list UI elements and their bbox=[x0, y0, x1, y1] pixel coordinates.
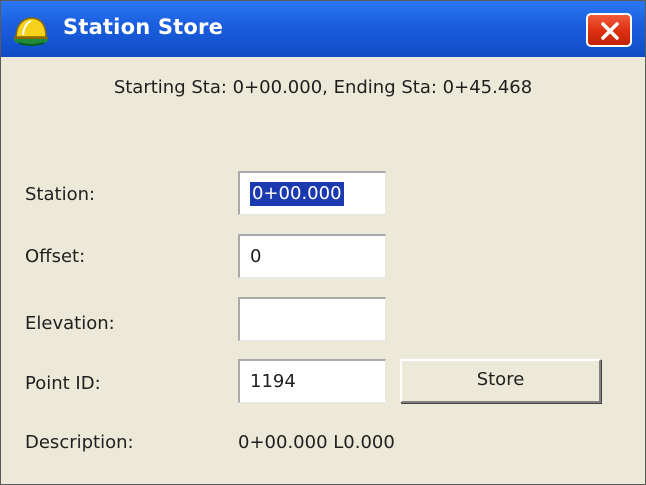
point-id-value: 1194 bbox=[250, 371, 296, 392]
elevation-label: Elevation: bbox=[25, 313, 115, 334]
hardhat-icon bbox=[14, 17, 48, 46]
station-label: Station: bbox=[25, 184, 96, 205]
description-value: 0+00.000 L0.000 bbox=[238, 432, 395, 453]
description-label: Description: bbox=[25, 432, 134, 453]
elevation-input[interactable] bbox=[238, 297, 386, 341]
offset-input[interactable]: 0 bbox=[238, 234, 386, 278]
point-id-label: Point ID: bbox=[25, 373, 101, 394]
close-icon bbox=[601, 22, 619, 40]
offset-label: Offset: bbox=[25, 246, 86, 267]
point-id-input[interactable]: 1194 bbox=[238, 359, 386, 403]
close-button[interactable] bbox=[586, 13, 632, 47]
station-store-dialog: Station Store Starting Sta: 0+00.000, En… bbox=[0, 0, 646, 485]
offset-value: 0 bbox=[250, 246, 262, 267]
window-title: Station Store bbox=[63, 15, 224, 39]
title-bar: Station Store bbox=[1, 1, 645, 57]
store-button[interactable]: Store bbox=[400, 359, 601, 403]
station-range-text: Starting Sta: 0+00.000, Ending Sta: 0+45… bbox=[113, 77, 533, 98]
station-input[interactable]: 0+00.000 bbox=[238, 171, 386, 215]
station-value: 0+00.000 bbox=[250, 182, 344, 206]
